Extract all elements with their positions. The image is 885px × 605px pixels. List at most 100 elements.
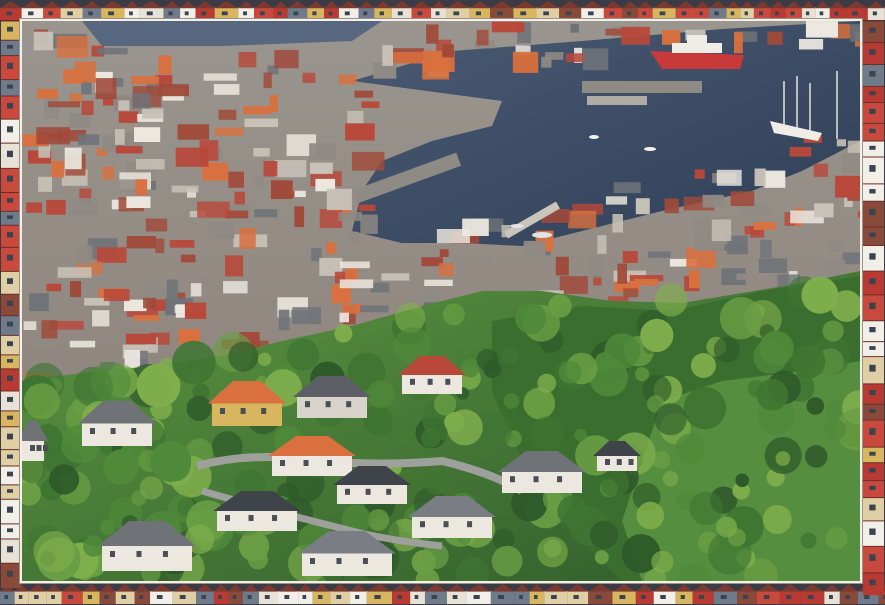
city-building <box>702 194 724 208</box>
city-building <box>41 320 58 339</box>
border-house <box>1 293 21 316</box>
border-house <box>863 200 884 227</box>
tree <box>600 468 630 498</box>
city-building <box>51 161 65 178</box>
tree <box>756 378 789 411</box>
city-building <box>326 242 337 254</box>
city-building <box>342 304 363 314</box>
tree <box>759 330 794 366</box>
city-building <box>118 100 130 111</box>
city-building <box>46 283 62 292</box>
city-building <box>559 276 588 294</box>
border-house <box>1 410 21 427</box>
city-building <box>177 124 210 140</box>
border-house <box>1 246 21 272</box>
city-building <box>754 168 766 187</box>
tree <box>558 360 582 384</box>
city-building <box>523 240 546 259</box>
city-building <box>63 69 83 84</box>
city-building <box>605 196 628 205</box>
tree <box>172 340 216 385</box>
border-house <box>1 354 21 369</box>
city-building <box>664 198 679 214</box>
city-building <box>70 93 82 103</box>
city-building <box>115 129 125 145</box>
border-house <box>1 390 21 411</box>
border-house <box>1 538 21 564</box>
border-house <box>1 20 21 41</box>
tree <box>49 464 80 495</box>
city-building <box>197 201 230 218</box>
city-building <box>244 118 279 128</box>
border-house <box>1 523 21 539</box>
city-building <box>135 179 148 196</box>
tree <box>537 373 557 393</box>
city-building <box>77 245 93 266</box>
city-building <box>438 263 454 277</box>
city-building <box>662 30 681 45</box>
city-building <box>92 310 110 327</box>
city-building <box>254 209 278 218</box>
border-house <box>1 39 21 56</box>
pier <box>587 96 647 105</box>
border-house <box>863 20 884 43</box>
border-house <box>863 356 884 384</box>
tree <box>801 276 839 314</box>
city-building <box>360 305 389 313</box>
city-building <box>171 185 199 193</box>
city-building <box>36 127 70 145</box>
tree <box>735 473 749 488</box>
city-building <box>565 53 586 63</box>
tree <box>530 416 565 451</box>
city-building <box>612 214 623 233</box>
tree <box>33 531 75 573</box>
city-building <box>582 48 609 71</box>
city-building <box>338 211 362 221</box>
city-building <box>194 276 209 283</box>
city-building <box>243 106 271 115</box>
city-building <box>370 282 390 293</box>
city-building <box>827 240 845 252</box>
city-building <box>115 146 143 154</box>
city-building <box>476 29 489 46</box>
tree <box>90 361 131 402</box>
city-building <box>613 182 641 194</box>
tree <box>433 393 457 416</box>
city-building <box>716 169 742 186</box>
city-building <box>622 251 638 263</box>
city-building <box>381 273 410 281</box>
border-house <box>863 480 884 498</box>
city-building <box>29 293 49 312</box>
border-house <box>1 95 21 120</box>
city-building <box>225 255 244 277</box>
border-house <box>863 403 884 421</box>
city-building <box>269 95 278 112</box>
pier <box>582 81 702 93</box>
tree <box>811 336 851 376</box>
border-house <box>1 368 21 391</box>
tree <box>99 519 115 535</box>
city-building <box>326 188 352 211</box>
tree <box>515 303 547 334</box>
city-building <box>686 247 716 269</box>
border-house <box>863 462 884 481</box>
tree <box>800 532 817 549</box>
border-house <box>1 334 21 355</box>
border-house <box>1 449 21 466</box>
city-building <box>26 202 42 213</box>
tree <box>662 470 679 487</box>
city-building <box>857 211 860 218</box>
border-house <box>863 497 884 521</box>
city-building <box>48 101 80 108</box>
city-building <box>134 315 160 321</box>
border-house <box>863 545 884 573</box>
city-building <box>345 123 375 141</box>
city-building <box>234 191 245 206</box>
city-building <box>648 251 671 258</box>
border-house <box>1 465 21 485</box>
tree <box>228 341 259 372</box>
border-house <box>1 118 21 144</box>
tree <box>690 353 716 378</box>
city-building <box>805 21 838 38</box>
city-building <box>339 279 374 289</box>
